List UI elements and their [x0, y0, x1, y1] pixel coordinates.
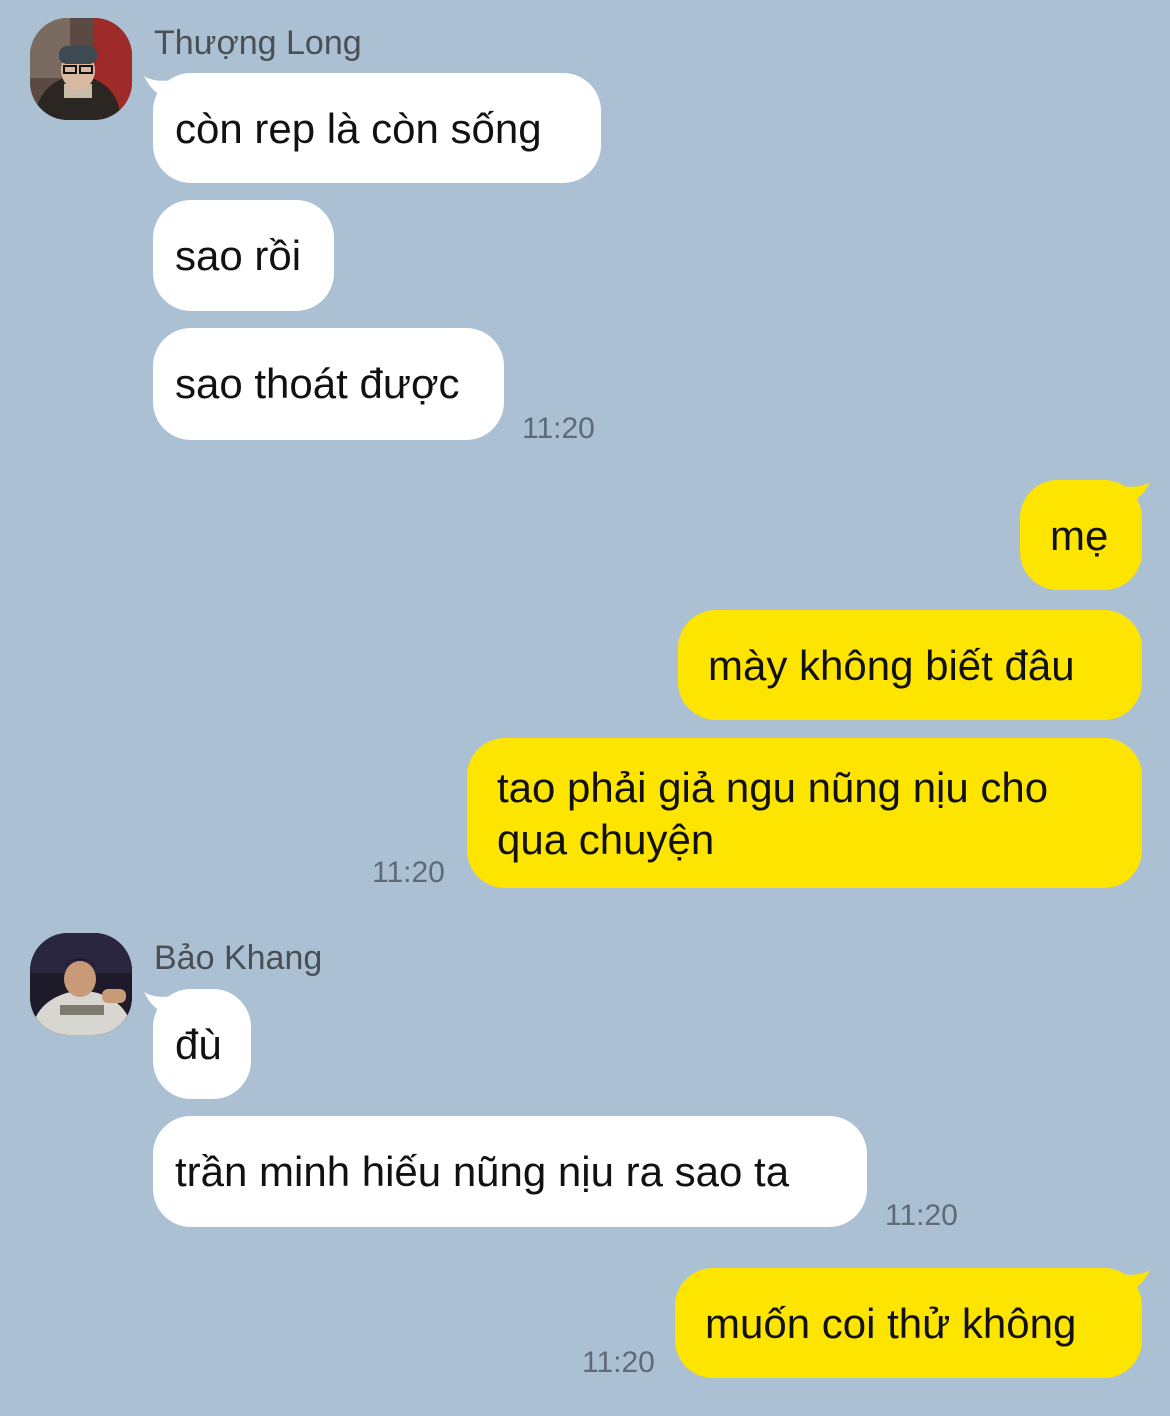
message-bubble[interactable]: muốn coi thử không — [675, 1268, 1142, 1378]
message-bubble[interactable]: sao thoát được — [153, 328, 504, 440]
avatar[interactable] — [30, 18, 132, 120]
message-bubble[interactable]: tao phải giả ngu nũng nịu cho qua chuyện — [467, 738, 1142, 888]
message-timestamp: 11:20 — [522, 412, 595, 445]
sender-name: Thượng Long — [154, 24, 362, 62]
message-bubble[interactable]: trần minh hiếu nũng nịu ra sao ta — [153, 1116, 867, 1227]
message-text: mẹ — [1050, 512, 1109, 559]
message-text: còn rep là còn sống — [175, 105, 542, 152]
user-photo-avatar-icon — [30, 933, 132, 1035]
message-text: đù — [175, 1021, 222, 1068]
message-timestamp: 11:20 — [372, 856, 445, 889]
message-text: sao rồi — [175, 232, 302, 279]
message-bubble[interactable]: còn rep là còn sống — [153, 73, 601, 183]
message-text: trần minh hiếu nũng nịu ra sao ta — [175, 1148, 790, 1195]
message-timestamp: 11:20 — [582, 1346, 655, 1379]
avatar[interactable] — [30, 933, 132, 1035]
message-bubble[interactable]: mẹ — [1020, 480, 1142, 590]
message-text: tao phải giả ngu nũng nịu cho qua chuyện — [497, 764, 1049, 863]
message-bubble[interactable]: đù — [153, 989, 251, 1099]
message-text: sao thoát được — [175, 360, 460, 407]
sender-name: Bảo Khang — [154, 939, 323, 977]
message-timestamp: 11:20 — [885, 1199, 958, 1232]
user-photo-avatar-icon — [30, 18, 132, 120]
message-text: muốn coi thử không — [705, 1300, 1077, 1347]
message-bubble[interactable]: sao rồi — [153, 200, 334, 311]
message-text: mày không biết đâu — [708, 642, 1075, 689]
message-bubble[interactable]: mày không biết đâu — [678, 610, 1142, 720]
